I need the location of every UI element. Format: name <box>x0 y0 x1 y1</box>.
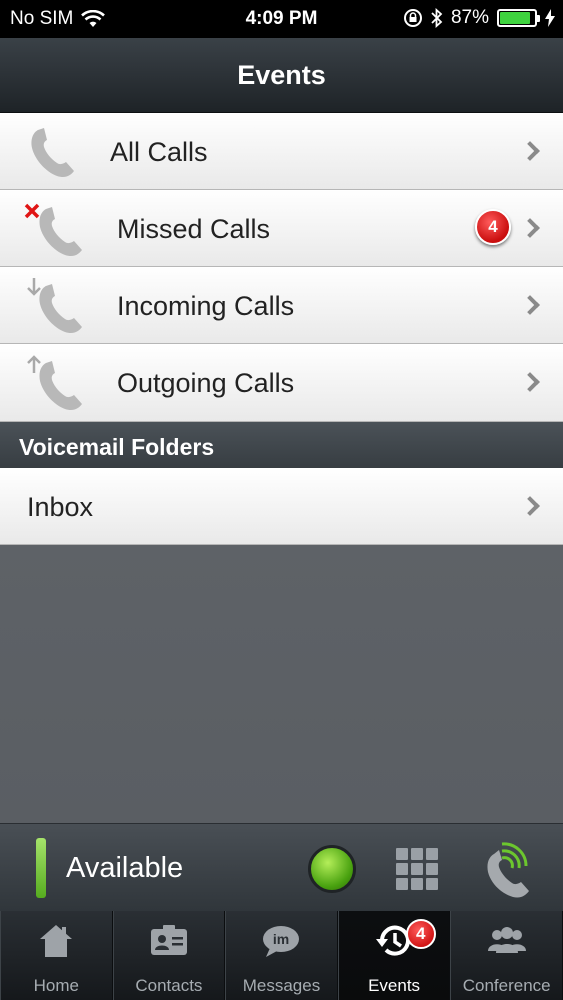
chevron-right-icon <box>520 295 540 315</box>
tab-label: Messages <box>242 976 321 995</box>
tab-events[interactable]: 4 Events <box>337 911 451 1000</box>
row-label: Incoming Calls <box>117 291 295 321</box>
row-label: Outgoing Calls <box>117 368 295 398</box>
messages-icon: im <box>263 926 300 957</box>
presence-indicator <box>36 838 46 898</box>
contacts-icon <box>150 925 187 955</box>
page-title: Events <box>237 60 326 90</box>
missed-calls-badge: 4 <box>475 209 511 245</box>
battery-icon <box>497 9 540 27</box>
chevron-right-icon <box>520 496 540 516</box>
battery-percent: 87% <box>450 7 489 28</box>
row-outgoing-calls[interactable]: Outgoing Calls <box>0 344 563 422</box>
row-missed-calls[interactable]: Missed Calls 4 <box>0 190 563 267</box>
call-icon[interactable] <box>474 838 534 898</box>
chevron-right-icon <box>520 141 540 161</box>
row-label: Inbox <box>27 492 94 522</box>
rotation-lock-icon <box>403 9 422 27</box>
chevron-right-icon <box>520 218 540 238</box>
tab-bar: Home Contacts im Messages 4 Events Confe… <box>0 911 563 1000</box>
conference-icon <box>487 927 526 953</box>
tab-label: Contacts <box>135 976 203 995</box>
battery-fill <box>500 12 530 24</box>
tab-contacts[interactable]: Contacts <box>112 911 226 1000</box>
dialpad-icon[interactable] <box>396 848 438 890</box>
status-bar: No SIM 4:09 PM 87% <box>0 0 563 38</box>
row-label: Missed Calls <box>117 214 271 244</box>
row-inbox[interactable]: Inbox <box>0 468 563 545</box>
messages-icon-text: im <box>273 931 289 947</box>
home-icon <box>40 925 73 957</box>
voicemail-folders-header: Voicemail Folders <box>0 422 563 468</box>
events-list: All Calls Missed Calls 4 Incoming Calls … <box>0 113 563 823</box>
presence-status-button[interactable] <box>308 845 356 893</box>
presence-status[interactable]: Available <box>66 852 183 885</box>
tab-conference[interactable]: Conference <box>450 911 563 1000</box>
outgoing-call-icon <box>27 355 82 411</box>
tab-messages[interactable]: im Messages <box>225 911 338 1000</box>
events-badge: 4 <box>405 919 436 949</box>
incoming-call-icon <box>27 278 82 334</box>
tab-label: Home <box>33 976 79 995</box>
missed-call-icon <box>24 203 82 257</box>
tab-label: Conference <box>462 976 551 995</box>
row-all-calls[interactable]: All Calls <box>0 113 563 190</box>
presence-bar: Available <box>0 823 563 911</box>
phone-icon <box>31 128 75 178</box>
navigation-bar: Events <box>0 38 563 113</box>
row-label: All Calls <box>110 137 208 167</box>
tab-label: Events <box>368 976 421 995</box>
bluetooth-icon <box>431 8 443 28</box>
tab-home[interactable]: Home <box>0 911 113 1000</box>
chevron-right-icon <box>520 372 540 392</box>
row-incoming-calls[interactable]: Incoming Calls <box>0 267 563 344</box>
charging-icon <box>545 9 555 27</box>
